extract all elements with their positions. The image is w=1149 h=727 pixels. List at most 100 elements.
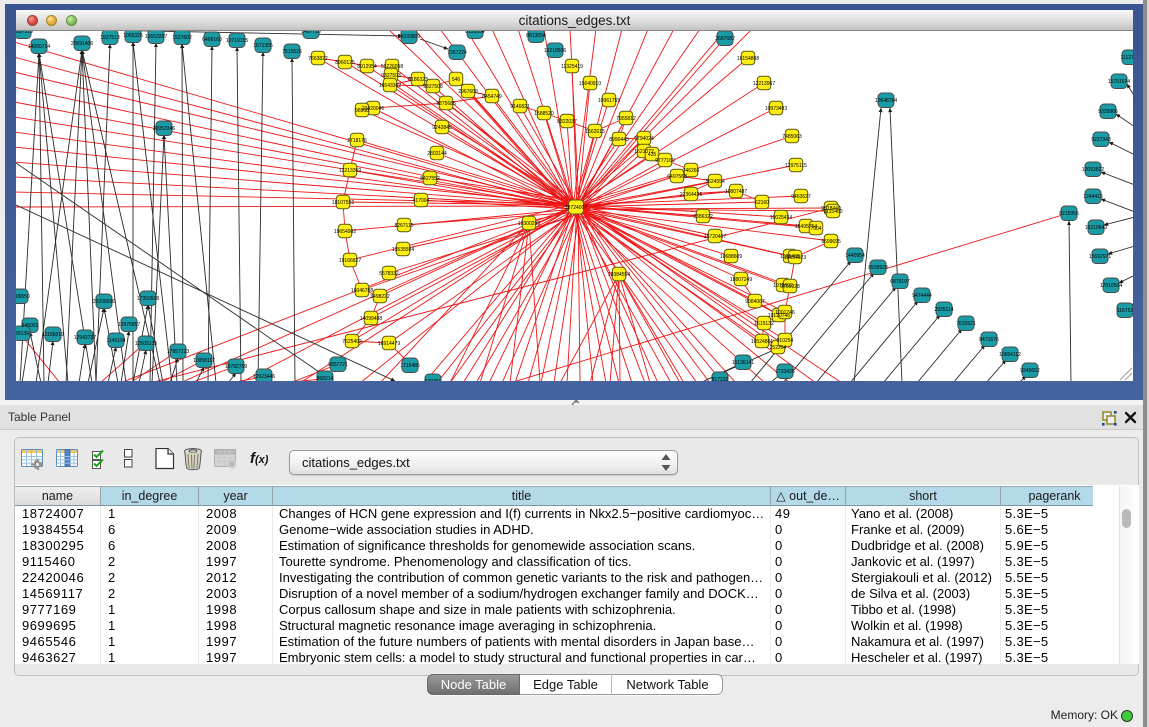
svg-text:8471676: 8471676 — [979, 337, 999, 343]
svg-text:18107552: 18107552 — [332, 200, 354, 206]
svg-text:9327508: 9327508 — [423, 84, 443, 90]
svg-text:3875685: 3875685 — [436, 101, 456, 107]
svg-text:1527602: 1527602 — [172, 35, 192, 41]
svg-text:17957223: 17957223 — [167, 349, 189, 355]
svg-text:9242845: 9242845 — [432, 125, 452, 131]
svg-text:6497568: 6497568 — [667, 174, 687, 180]
svg-text:18724007: 18724007 — [565, 205, 587, 211]
svg-text:1927513: 1927513 — [100, 35, 120, 41]
svg-text:5578332: 5578332 — [379, 271, 399, 277]
svg-text:2803144: 2803144 — [427, 151, 447, 157]
svg-text:15640910: 15640910 — [579, 81, 601, 87]
svg-text:7663822: 7663822 — [308, 56, 328, 62]
svg-text:3498222: 3498222 — [370, 294, 390, 300]
svg-text:12975115: 12975115 — [785, 163, 807, 169]
svg-text:9777169: 9777169 — [655, 158, 675, 164]
svg-text:2087319: 2087319 — [16, 31, 33, 35]
svg-text:2606550: 2606550 — [16, 294, 30, 300]
svg-text:8912954: 8912954 — [357, 64, 377, 70]
svg-text:1615132: 1615132 — [754, 321, 774, 327]
svg-text:1001746: 1001746 — [775, 310, 795, 316]
svg-text:15751074: 15751074 — [1108, 79, 1130, 85]
svg-text:10975857: 10975857 — [118, 322, 140, 328]
svg-text:16154808: 16154808 — [737, 56, 759, 62]
svg-text:7386322: 7386322 — [693, 214, 713, 220]
svg-text:16914479: 16914479 — [378, 341, 400, 347]
svg-text:9227343: 9227343 — [1091, 137, 1111, 143]
svg-text:8990443: 8990443 — [609, 137, 629, 143]
svg-text:19218506: 19218506 — [544, 48, 566, 54]
svg-text:12213967: 12213967 — [753, 81, 775, 87]
svg-text:116753: 116753 — [1117, 308, 1133, 314]
svg-text:16543362: 16543362 — [379, 83, 401, 89]
svg-text:8454749: 8454749 — [482, 94, 502, 100]
svg-text:10958117: 10958117 — [193, 358, 215, 364]
svg-text:1497710: 1497710 — [301, 31, 321, 35]
svg-text:9329966: 9329966 — [1098, 109, 1118, 115]
svg-text:2935114: 2935114 — [934, 307, 953, 313]
svg-text:8813054: 8813054 — [526, 33, 546, 39]
svg-text:20053346: 20053346 — [153, 126, 175, 132]
svg-text:12505135: 12505135 — [135, 341, 157, 347]
svg-text:20691406: 20691406 — [71, 41, 93, 47]
svg-text:17359928: 17359928 — [137, 296, 159, 302]
svg-text:10025434: 10025434 — [770, 215, 792, 221]
svg-text:12942737: 12942737 — [74, 335, 96, 341]
svg-text:7515526: 7515526 — [282, 49, 302, 55]
svg-text:62160: 62160 — [755, 200, 769, 206]
svg-text:14099488: 14099488 — [360, 316, 382, 322]
svg-text:8267115: 8267115 — [394, 223, 413, 229]
svg-text:16210643: 16210643 — [1085, 225, 1107, 231]
svg-text:10807487: 10807487 — [725, 189, 747, 195]
svg-text:6879197: 6879197 — [890, 279, 910, 285]
svg-text:8215955: 8215955 — [1059, 211, 1079, 217]
svg-text:1588520: 1588520 — [534, 111, 554, 117]
svg-text:16033809: 16033809 — [398, 34, 420, 40]
svg-text:7357224: 7357224 — [447, 50, 467, 56]
svg-text:19654982: 19654982 — [334, 229, 356, 235]
svg-text:252254: 252254 — [770, 345, 787, 351]
svg-text:1112734: 1112734 — [1121, 55, 1133, 61]
svg-text:910254: 910254 — [777, 338, 794, 344]
svg-text:8938928: 8938928 — [868, 265, 888, 271]
svg-text:3624554: 3624554 — [705, 179, 725, 185]
svg-text:10961755: 10961755 — [598, 98, 620, 104]
svg-text:11156819: 11156819 — [42, 332, 64, 338]
svg-text:98968: 98968 — [355, 108, 369, 114]
svg-text:18807249: 18807249 — [730, 277, 752, 283]
svg-text:1244415: 1244415 — [1083, 194, 1103, 200]
svg-text:12093822: 12093822 — [1082, 167, 1104, 173]
svg-text:1145194: 1145194 — [106, 338, 125, 344]
svg-text:9115460: 9115460 — [823, 209, 842, 215]
svg-text:7485063: 7485063 — [782, 134, 802, 140]
svg-text:10648784: 10648784 — [875, 98, 897, 104]
svg-text:10973493: 10973493 — [765, 106, 787, 112]
svg-text:12213369: 12213369 — [339, 168, 361, 174]
svg-text:1065326: 1065326 — [123, 33, 143, 39]
svg-text:19300293: 19300293 — [518, 221, 540, 227]
svg-text:7625402: 7625402 — [342, 339, 362, 345]
svg-text:8186323: 8186323 — [408, 77, 428, 83]
svg-text:7632621: 7632621 — [956, 321, 976, 327]
svg-text:9474444: 9474444 — [912, 293, 932, 299]
svg-text:15720407: 15720407 — [704, 234, 726, 240]
svg-text:417004: 417004 — [413, 198, 430, 204]
svg-text:7904: 7904 — [810, 226, 821, 232]
svg-text:817232: 817232 — [712, 377, 729, 381]
svg-text:9794024: 9794024 — [634, 136, 654, 142]
svg-text:10653267: 10653267 — [145, 34, 167, 40]
svg-text:9327503: 9327503 — [381, 73, 401, 79]
svg-text:9756928: 9756928 — [780, 284, 800, 290]
svg-text:9084067: 9084067 — [745, 299, 765, 305]
svg-text:13535594: 13535594 — [392, 247, 414, 253]
svg-text:2967608: 2967608 — [458, 89, 478, 95]
svg-text:8427552: 8427552 — [420, 176, 440, 182]
svg-text:16782759: 16782759 — [225, 364, 247, 370]
svg-text:6466160: 6466160 — [202, 37, 222, 43]
svg-text:21364436: 21364436 — [680, 192, 702, 198]
svg-text:20206556: 20206556 — [93, 299, 115, 305]
svg-text:8322037: 8322037 — [557, 119, 577, 125]
svg-text:8131054: 8131054 — [465, 31, 485, 35]
svg-text:14055714: 14055714 — [28, 44, 50, 50]
svg-text:11325419: 11325419 — [561, 64, 583, 70]
